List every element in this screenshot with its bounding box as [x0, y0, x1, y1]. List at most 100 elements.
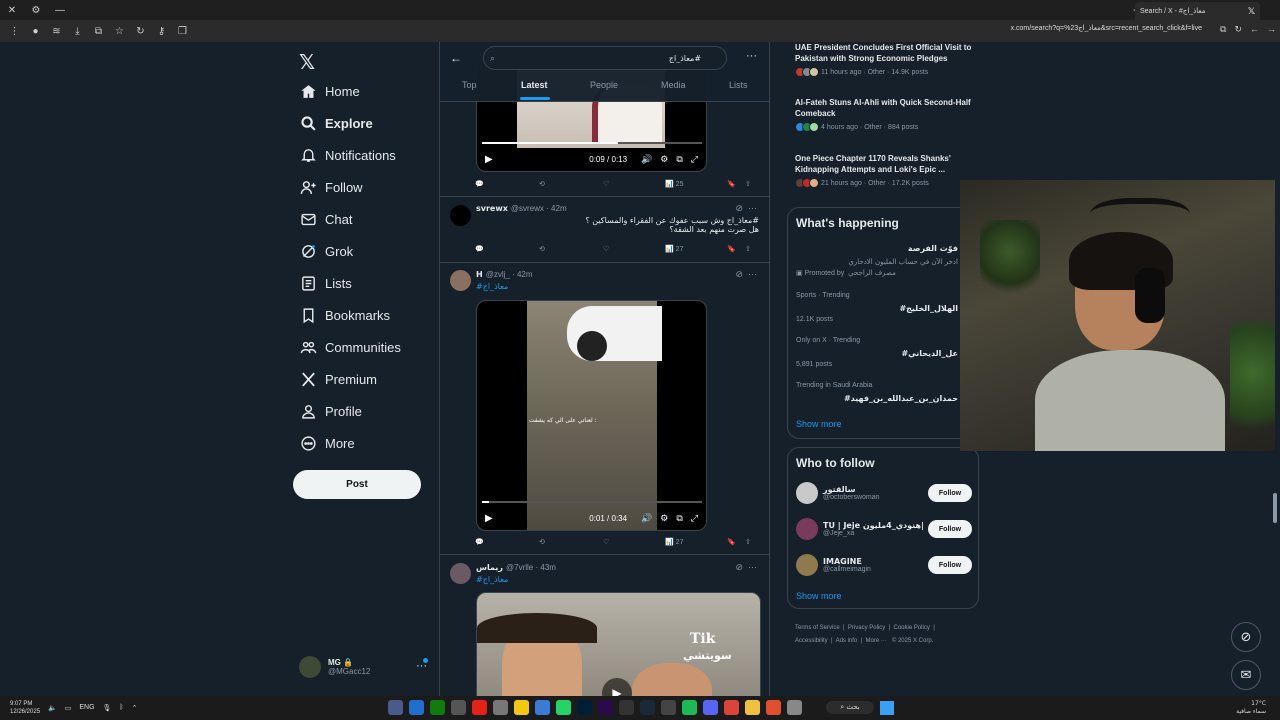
video-progress[interactable] [482, 501, 702, 503]
like-icon[interactable]: ♡ [603, 245, 665, 253]
footer-link[interactable]: Accessibility [795, 638, 828, 644]
reply-icon[interactable]: 💬 [475, 180, 539, 188]
post-button[interactable]: Post [293, 470, 421, 499]
follow-suggestion[interactable]: TU | Jeje هنودي_4مليون| @Jeje_xa Follow [796, 516, 972, 542]
follow-button[interactable]: Follow [928, 556, 972, 574]
bluetooth-icon[interactable]: ᛒ [119, 704, 123, 712]
share-icon[interactable]: ⇧ [745, 180, 751, 188]
x-logo-icon[interactable]: 𝕏 [299, 50, 315, 75]
account-switcher[interactable]: MG 🔒 @MGacc12 ··· [299, 656, 435, 678]
browser-tab-active[interactable]: Search / X - #معاذ_اج 𝕏 [1135, 2, 1260, 20]
profile-icon[interactable]: ● [25, 26, 46, 37]
play-icon[interactable]: ▶ [485, 154, 493, 165]
folder-icon[interactable] [745, 700, 760, 715]
more-dots-icon[interactable]: ··· [746, 50, 757, 62]
avatar[interactable] [450, 205, 471, 226]
nav-lists[interactable]: Lists [299, 270, 352, 296]
settings-icon[interactable]: ⚙ [24, 5, 48, 16]
language-indicator[interactable]: ENG [79, 704, 94, 712]
tweet-video[interactable]: لعناتي على الي كه يشفت : ▶ 0:01 / 0:34 🔊… [476, 300, 707, 531]
share-icon[interactable]: ⇧ [745, 245, 751, 253]
like-icon[interactable]: ♡ [603, 180, 665, 188]
app-icon[interactable] [682, 700, 697, 715]
follow-button[interactable]: Follow [928, 520, 972, 538]
grok-icon[interactable]: ⊘ [735, 562, 743, 572]
app-icon[interactable] [787, 700, 802, 715]
discord-icon[interactable] [703, 700, 718, 715]
video-progress[interactable] [482, 142, 702, 144]
reply-icon[interactable]: 💬 [475, 245, 539, 253]
premiere-icon[interactable] [598, 700, 613, 715]
tweet-author-name[interactable]: ريماس [476, 563, 503, 572]
trend-name[interactable]: #حمدان_بن_عبدالله_بن_فهيد [844, 394, 958, 403]
key-icon[interactable]: ⚷ [151, 26, 172, 37]
tweet-author-handle[interactable]: @svrewx [511, 204, 544, 213]
more-dots-icon[interactable]: ··· [748, 269, 757, 279]
trend-name[interactable]: #عل_الديحاني [901, 349, 958, 358]
tweet-media[interactable]: Tik سويتشي ▶ [476, 592, 761, 696]
settings-gear-icon[interactable]: ⚙ [660, 154, 668, 165]
retweet-icon[interactable]: ⟲ [539, 180, 603, 188]
show-more-link[interactable]: Show more [796, 591, 842, 601]
network-icon[interactable]: ▭ [65, 704, 72, 712]
fullscreen-icon[interactable]: ⤢ [691, 154, 698, 165]
clock[interactable]: 9:07 PM 12/26/2025 [10, 700, 40, 716]
follow-button[interactable]: Follow [928, 484, 972, 502]
sidebar-icon[interactable]: ⧉ [1220, 24, 1226, 35]
app-icon[interactable] [451, 700, 466, 715]
grok-icon[interactable]: ⊘ [735, 203, 743, 213]
views-icon[interactable]: 📊 25 [665, 180, 727, 189]
windows-start-icon[interactable] [880, 701, 894, 715]
share-icon[interactable]: ⇧ [745, 538, 751, 546]
mic-icon[interactable]: 🎙 [103, 704, 112, 712]
follow-suggestion[interactable]: IMAGINE @callmeimagin Follow [796, 552, 972, 578]
tab-lists[interactable]: Lists [729, 80, 748, 90]
nav-grok[interactable]: Grok [299, 238, 353, 264]
download-icon[interactable]: ⤓ [67, 26, 88, 37]
tab-latest[interactable]: Latest [521, 80, 548, 90]
nav-profile[interactable]: Profile [299, 398, 362, 424]
tweet-author-name[interactable]: svrewx [476, 204, 508, 213]
grok-icon[interactable]: ⊘ [735, 269, 743, 279]
taskbar-search[interactable]: ⌕ بحث [826, 701, 874, 714]
scrollbar-thumb[interactable] [1273, 493, 1277, 523]
tab-media[interactable]: Media [661, 80, 686, 90]
app-icon[interactable] [493, 700, 508, 715]
nav-communities[interactable]: Communities [299, 334, 401, 360]
search-bar[interactable]: ⌕ [483, 46, 727, 70]
play-icon[interactable]: ▶ [485, 513, 493, 524]
retweet-icon[interactable]: ⟲ [539, 245, 603, 253]
tweet-author-handle[interactable]: @zvlj_ [486, 270, 510, 279]
menu-dots-icon[interactable]: ⋮ [4, 26, 25, 37]
views-icon[interactable]: 📊 27 [665, 245, 727, 254]
app-icon[interactable] [619, 700, 634, 715]
nav-notifications[interactable]: Notifications [299, 142, 396, 168]
speaker-icon[interactable]: 🔈 [48, 704, 57, 712]
extensions-icon[interactable]: ⧉ [88, 26, 109, 37]
search-input[interactable] [501, 53, 702, 63]
app-icon[interactable] [514, 700, 529, 715]
grok-float-button[interactable]: ⊘ [1231, 622, 1261, 652]
news-item[interactable]: Al-Fateh Stuns Al-Ahli with Quick Second… [795, 97, 975, 132]
bookmark-icon[interactable]: 🔖 [727, 180, 745, 188]
news-item[interactable]: UAE President Concludes First Official V… [795, 42, 975, 77]
like-icon[interactable]: ♡ [603, 538, 665, 546]
tab-top[interactable]: Top [462, 80, 477, 90]
bookmark-star-icon[interactable]: ☆ [109, 26, 130, 37]
tweet-author-name[interactable]: H [476, 270, 483, 279]
tweet-time[interactable]: · 42m [546, 204, 566, 213]
avatar[interactable] [450, 563, 471, 584]
tweet-hashtag[interactable]: #معاذ_اج [476, 575, 508, 584]
more-dots-icon[interactable]: ··· [748, 203, 757, 213]
app-icon[interactable] [388, 700, 403, 715]
tweet-time[interactable]: · 43m [536, 563, 556, 572]
weather-widget[interactable]: 17°C سماء صافية [1236, 700, 1266, 716]
copy-icon[interactable]: ❐ [172, 26, 193, 37]
app-icon[interactable] [661, 700, 676, 715]
show-more-link[interactable]: Show more [796, 419, 842, 429]
footer-link[interactable]: Cookie Policy [894, 625, 930, 631]
footer-link[interactable]: More ··· [866, 638, 887, 644]
close-window-icon[interactable]: ✕ [0, 5, 24, 16]
avatar[interactable] [450, 270, 471, 291]
settings-gear-icon[interactable]: ⚙ [660, 513, 668, 524]
